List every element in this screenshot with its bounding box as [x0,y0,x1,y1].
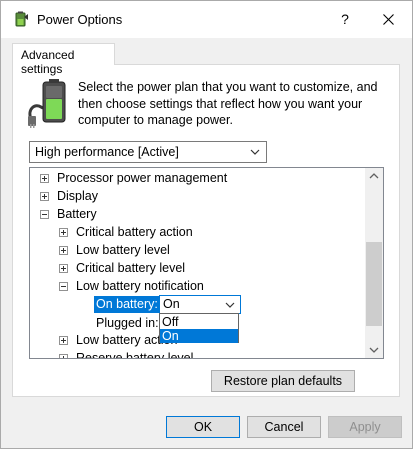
power-plan-dropdown[interactable]: High performance [Active] [29,141,267,163]
tree-scrollbar[interactable] [365,168,383,358]
expand-icon[interactable] [59,354,68,358]
title-bar[interactable]: Power Options ? [1,1,412,38]
expand-icon[interactable] [40,192,49,201]
tree-item-label: Critical battery level [76,261,186,275]
scroll-up-button[interactable] [365,168,383,185]
power-options-window: Power Options ? Advanced settings Select… [0,0,413,449]
battery-plug-icon [28,79,66,128]
tree-item-label: Display [57,189,98,203]
option-off[interactable]: Off [160,315,238,329]
tree-item-label: Reserve battery level [76,351,194,359]
tree-item-label: Low battery notification [76,279,204,293]
scroll-down-button[interactable] [365,341,383,358]
chevron-down-icon [250,149,260,155]
power-plan-value: High performance [Active] [35,145,179,159]
window-title: Power Options [37,12,123,27]
chevron-down-icon [369,347,379,353]
restore-plan-defaults-button[interactable]: Restore plan defaults [211,370,355,392]
expand-icon[interactable] [59,228,68,237]
cancel-button[interactable]: Cancel [247,416,321,438]
expand-icon[interactable] [59,246,68,255]
chevron-up-icon [369,173,379,179]
expand-icon[interactable] [59,264,68,273]
tab-advanced-settings[interactable]: Advanced settings [12,43,115,76]
expand-icon[interactable] [59,336,68,345]
tree-item-label: Processor power management [57,171,228,185]
option-on[interactable]: On [160,329,238,343]
tree-item-label: Critical battery action [76,225,193,239]
scroll-thumb[interactable] [366,242,382,326]
power-options-icon [15,11,28,27]
expand-icon[interactable] [40,174,49,183]
tree-item-label: Low battery level [76,243,170,257]
collapse-icon[interactable] [59,282,68,291]
ok-button[interactable]: OK [166,416,240,438]
close-icon [382,14,394,25]
chevron-down-icon [225,302,235,308]
help-button[interactable]: ? [327,1,363,38]
on-battery-dropdown[interactable]: On [159,295,241,314]
plugged-in-label: Plugged in: [96,316,159,330]
close-button[interactable] [365,1,411,38]
on-battery-label: On battery: [94,296,160,313]
on-battery-value: On [163,297,180,311]
collapse-icon[interactable] [40,210,49,219]
tab-label: Advanced settings [21,48,75,76]
tree-item-label: Battery [57,207,97,221]
apply-button[interactable]: Apply [328,416,402,438]
plan-description: Select the power plan that you want to c… [78,80,378,127]
on-battery-options-list[interactable]: Off On [159,313,239,343]
